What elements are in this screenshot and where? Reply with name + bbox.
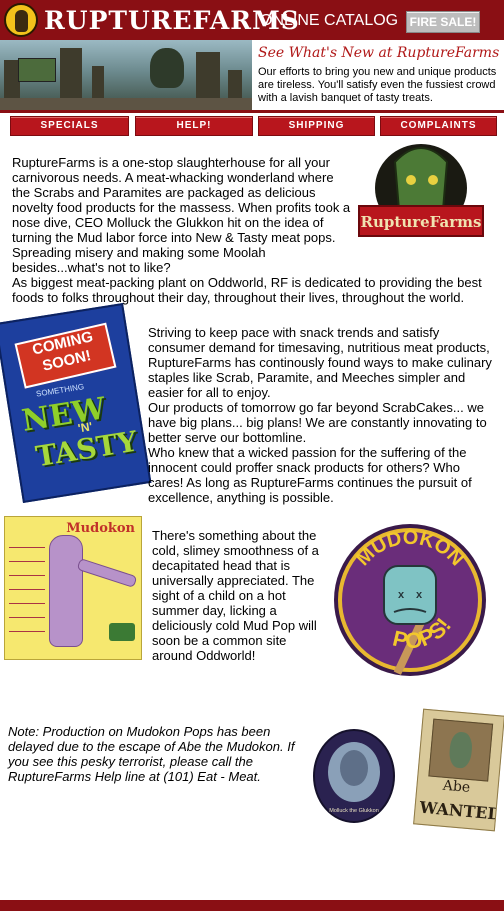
- mudokon-pops-badge: x x MUDOKON POPS!: [334, 524, 486, 676]
- chart-poster-title: Mudokon: [66, 521, 135, 536]
- svg-text:x: x: [398, 589, 405, 601]
- rf-logo-text: RuptureFarms: [361, 213, 482, 231]
- note-paragraph: Note: Production on Mudokon Pops has bee…: [8, 724, 295, 784]
- nav-specials-button[interactable]: SPECIALS: [10, 116, 129, 136]
- coming-soon-label: COMING SOON!: [14, 322, 117, 389]
- middle-paragraph-3: Who knew that a wicked passion for the s…: [148, 445, 472, 505]
- whats-new-text: Our efforts to bring you new and unique …: [258, 66, 497, 104]
- svg-text:x: x: [416, 589, 423, 601]
- fire-sale-button[interactable]: FIRE SALE!: [406, 11, 480, 33]
- whats-new-headline: See What's New at RuptureFarms: [258, 45, 500, 61]
- intro-paragraph: RuptureFarms is a one-stop slaughterhous…: [12, 155, 351, 275]
- mudokon-chart-poster: Mudokon: [4, 516, 142, 660]
- wanted-poster: Abe WANTED: [413, 708, 504, 832]
- middle-paragraph-2: Our products of tomorrow go far beyond S…: [148, 400, 487, 445]
- divider: [0, 110, 504, 113]
- intro-paragraph-2: As biggest meat-packing plant on Oddworl…: [12, 275, 482, 305]
- mud-pop-paragraph: There's something about the cold, slimey…: [152, 528, 319, 663]
- rf-mini-badge-icon: [109, 623, 135, 641]
- wanted-label: WANTED: [418, 797, 503, 824]
- online-catalog-label: ONLINE CATALOG: [260, 12, 399, 29]
- factory-banner-image: [0, 40, 252, 110]
- coming-soon-poster: COMING SOON! SOMETHING NEW 'N' TASTY: [0, 302, 152, 504]
- wanted-name: Abe: [442, 777, 471, 797]
- glukkon-caption: Molluck the Glukkon: [329, 808, 379, 814]
- nav-help-button[interactable]: HELP!: [135, 116, 253, 136]
- rupturefarms-logo-icon[interactable]: [4, 3, 38, 37]
- rupturefarms-head-logo: RuptureFarms: [358, 144, 484, 237]
- middle-paragraph-1: Striving to keep pace with snack trends …: [148, 325, 492, 400]
- footer-bar: [0, 900, 504, 911]
- nav-shipping-button[interactable]: SHIPPING: [258, 116, 375, 136]
- glukkon-portrait-badge: Molluck the Glukkon: [313, 729, 395, 823]
- nav-complaints-button[interactable]: COMPLAINTS: [380, 116, 497, 136]
